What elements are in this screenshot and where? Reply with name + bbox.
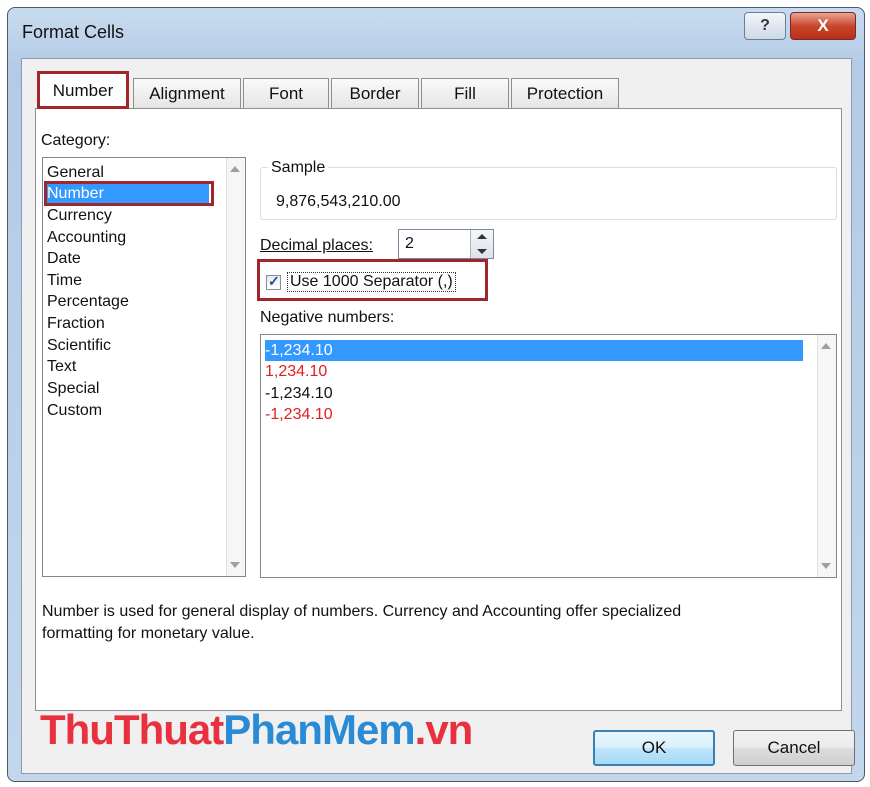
dialog-body: Number Alignment Font Border Fill Protec…: [21, 58, 852, 774]
negative-format-item[interactable]: 1,234.10: [265, 361, 327, 382]
decimal-places-label: Decimal places:: [260, 237, 373, 255]
negative-format-item[interactable]: -1,234.10: [265, 404, 333, 425]
tab-number[interactable]: Number: [37, 71, 129, 109]
tab-fill[interactable]: Fill: [421, 78, 509, 108]
scroll-up-icon[interactable]: [821, 343, 831, 349]
tab-protection-label: Protection: [526, 84, 604, 103]
tab-alignment[interactable]: Alignment: [133, 78, 241, 108]
sample-label: Sample: [268, 159, 329, 177]
tab-protection[interactable]: Protection: [511, 78, 619, 108]
close-button[interactable]: X: [790, 12, 856, 40]
category-item-special[interactable]: Special: [47, 378, 99, 399]
sample-value: 9,876,543,210.00: [276, 193, 401, 210]
watermark-part-2: PhanMem: [223, 706, 415, 753]
category-selection-highlight: [44, 181, 214, 206]
category-item-fraction[interactable]: Fraction: [47, 313, 105, 334]
negative-numbers-scrollbar[interactable]: [817, 335, 836, 577]
category-item-percentage[interactable]: Percentage: [47, 291, 129, 312]
separator-highlight: [257, 259, 488, 301]
watermark-part-3: .vn: [414, 706, 474, 753]
decimal-places-stepper[interactable]: 2: [398, 229, 494, 259]
category-item-accounting[interactable]: Accounting: [47, 227, 126, 248]
stepper-down-icon[interactable]: [477, 249, 487, 254]
tab-font[interactable]: Font: [243, 78, 329, 108]
category-item-general[interactable]: General: [47, 162, 104, 183]
ok-button[interactable]: OK: [593, 730, 715, 766]
scroll-down-icon[interactable]: [821, 563, 831, 569]
negative-numbers-label: Negative numbers:: [260, 309, 395, 326]
dialog-title: Format Cells: [22, 22, 125, 42]
stepper-up-icon[interactable]: [477, 234, 487, 239]
negative-numbers-list[interactable]: -1,234.10 1,234.10 -1,234.10 -1,234.10: [260, 334, 837, 578]
category-scrollbar[interactable]: [226, 158, 245, 576]
tab-font-label: Font: [268, 84, 304, 103]
decimal-places-value[interactable]: 2: [405, 235, 414, 253]
category-item-text[interactable]: Text: [47, 356, 76, 377]
category-item-scientific[interactable]: Scientific: [47, 335, 111, 356]
decimal-places-text: Decimal places:: [260, 237, 373, 254]
scroll-down-icon[interactable]: [230, 562, 240, 568]
category-item-custom[interactable]: Custom: [47, 400, 102, 421]
watermark-logo: ThuThuatPhanMem.vn: [40, 706, 474, 754]
category-item-currency[interactable]: Currency: [47, 205, 112, 226]
cancel-button[interactable]: Cancel: [733, 730, 855, 766]
stepper-buttons[interactable]: [470, 230, 493, 258]
tab-number-label: Number: [52, 81, 114, 100]
tab-fill-label: Fill: [454, 84, 476, 103]
format-cells-dialog: Format Cells ? X Number Alignment Font B…: [7, 7, 865, 782]
scroll-up-icon[interactable]: [230, 166, 240, 172]
negative-format-item[interactable]: -1,234.10: [265, 340, 803, 361]
tab-border[interactable]: Border: [331, 78, 419, 108]
tab-border-label: Border: [349, 84, 401, 103]
category-item-time[interactable]: Time: [47, 270, 82, 291]
negative-format-item[interactable]: -1,234.10: [265, 383, 333, 404]
category-item-date[interactable]: Date: [47, 248, 81, 269]
category-label: Category:: [41, 132, 111, 149]
title-bar[interactable]: Format Cells ? X: [8, 8, 864, 58]
tab-alignment-label: Alignment: [149, 84, 225, 103]
help-button[interactable]: ?: [744, 12, 786, 40]
category-list[interactable]: General Number Currency Accounting Date …: [42, 157, 246, 577]
description-line-1: Number is used for general display of nu…: [42, 603, 682, 620]
watermark-part-1: ThuThuat: [40, 706, 224, 753]
description-line-2: formatting for monetary value.: [42, 625, 255, 642]
number-tab-panel: Category: General Number Currency Accoun…: [35, 108, 842, 711]
